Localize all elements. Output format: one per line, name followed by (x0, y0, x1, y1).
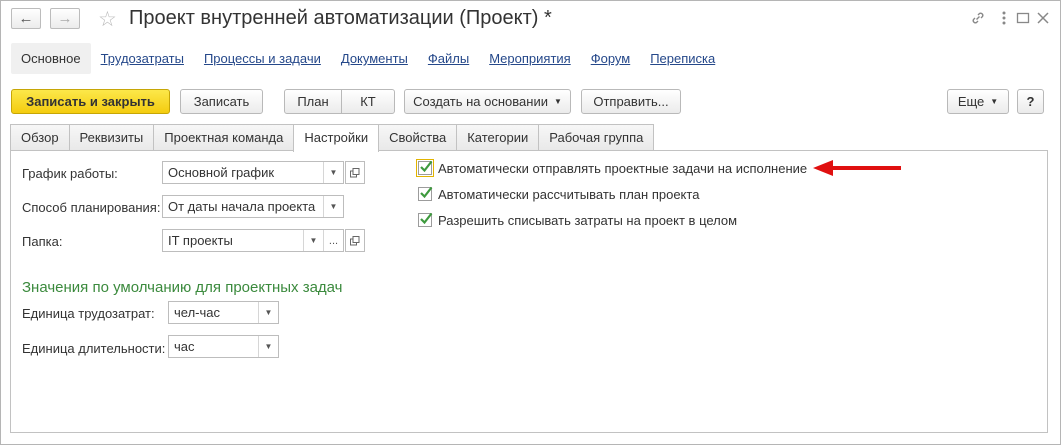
open-icon (350, 167, 360, 177)
folder-label: Папка: (22, 234, 63, 249)
planning-value: От даты начала проекта (168, 199, 316, 214)
labor-unit-field[interactable]: чел-час ▼ (168, 301, 279, 324)
link-icon[interactable] (970, 10, 986, 30)
nav-documents[interactable]: Документы (341, 51, 408, 66)
duration-unit-label: Единица длительности: (22, 341, 166, 356)
dropdown-icon[interactable]: ▼ (303, 230, 323, 251)
auto-send-tasks-checkbox[interactable] (416, 159, 434, 177)
dropdown-icon[interactable]: ▼ (258, 336, 278, 357)
save-button[interactable]: Записать (180, 89, 263, 114)
folder-field[interactable]: IT проекты ▼ ... (162, 229, 344, 252)
auto-calc-plan-checkbox[interactable] (418, 186, 433, 201)
page-title: Проект внутренней автоматизации (Проект)… (129, 7, 552, 29)
folder-open-button[interactable] (345, 229, 365, 252)
more-button[interactable]: Еще ▼ (947, 89, 1009, 114)
forward-arrow-icon: → (57, 10, 73, 27)
forward-button[interactable]: → (50, 8, 80, 29)
select-dots-icon[interactable]: ... (323, 230, 343, 251)
tab-requisites[interactable]: Реквизиты (68, 124, 155, 150)
tab-overview[interactable]: Обзор (10, 124, 70, 150)
labor-unit-label: Единица трудозатрат: (22, 306, 155, 321)
schedule-open-button[interactable] (345, 161, 365, 184)
labor-unit-value: чел-час (174, 305, 220, 320)
send-button[interactable]: Отправить... (581, 89, 681, 114)
back-button[interactable]: ← (11, 8, 41, 29)
tab-project-team[interactable]: Проектная команда (153, 124, 295, 150)
maximize-icon[interactable] (1016, 10, 1030, 30)
nav-files[interactable]: Файлы (428, 51, 469, 66)
form-window: ← → ☆ Проект внутренней автоматизации (П… (0, 0, 1061, 445)
open-icon (350, 235, 360, 245)
check-icon (420, 186, 433, 199)
nav-correspondence[interactable]: Переписка (650, 51, 715, 66)
duration-unit-value: час (174, 339, 195, 354)
tab-settings[interactable]: Настройки (293, 124, 380, 152)
folder-value: IT проекты (168, 233, 233, 248)
nav-labor[interactable]: Трудозатраты (101, 51, 184, 66)
save-and-close-button[interactable]: Записать и закрыть (11, 89, 170, 114)
tab-properties[interactable]: Свойства (378, 124, 458, 150)
help-button[interactable]: ? (1017, 89, 1044, 114)
dropdown-icon: ▼ (990, 97, 999, 106)
plan-button[interactable]: План (284, 89, 342, 114)
check-icon (420, 160, 433, 173)
auto-calc-plan-label[interactable]: Автоматически рассчитывать план проекта (438, 187, 699, 202)
dropdown-icon: ▼ (553, 97, 562, 106)
more-label: Еще (957, 94, 985, 109)
close-icon[interactable] (1036, 10, 1050, 30)
dropdown-icon[interactable]: ▼ (323, 162, 343, 183)
auto-send-tasks-label[interactable]: Автоматически отправлять проектные задач… (438, 161, 807, 176)
duration-unit-field[interactable]: час ▼ (168, 335, 279, 358)
nav-main[interactable]: Основное (11, 43, 91, 74)
schedule-value: Основной график (168, 165, 275, 180)
star-icon[interactable]: ☆ (98, 7, 117, 32)
planning-field[interactable]: От даты начала проекта ▼ (162, 195, 344, 218)
tab-work-group[interactable]: Рабочая группа (538, 124, 655, 150)
create-based-on-label: Создать на основании (413, 94, 548, 109)
section-nav: Основное Трудозатраты Процессы и задачи … (11, 43, 725, 74)
tab-categories[interactable]: Категории (456, 124, 540, 150)
planning-label: Способ планирования: (22, 200, 161, 215)
create-based-on-button[interactable]: Создать на основании ▼ (404, 89, 571, 114)
dropdown-icon[interactable]: ▼ (258, 302, 278, 323)
kt-button[interactable]: КТ (341, 89, 395, 114)
nav-forum[interactable]: Форум (591, 51, 631, 66)
check-icon (420, 212, 433, 225)
allow-write-off-label[interactable]: Разрешить списывать затраты на проект в … (438, 213, 737, 228)
nav-events[interactable]: Мероприятия (489, 51, 571, 66)
defaults-section-title: Значения по умолчанию для проектных зада… (22, 279, 343, 296)
more-vert-icon[interactable] (1001, 10, 1007, 30)
allow-write-off-checkbox[interactable] (418, 212, 433, 227)
back-arrow-icon: ← (18, 10, 34, 27)
nav-processes[interactable]: Процессы и задачи (204, 51, 321, 66)
dropdown-icon[interactable]: ▼ (323, 196, 343, 217)
red-arrow-icon (813, 160, 901, 176)
schedule-label: График работы: (22, 166, 118, 181)
schedule-field[interactable]: Основной график ▼ (162, 161, 344, 184)
tab-bar: Обзор Реквизиты Проектная команда Настро… (10, 124, 655, 152)
